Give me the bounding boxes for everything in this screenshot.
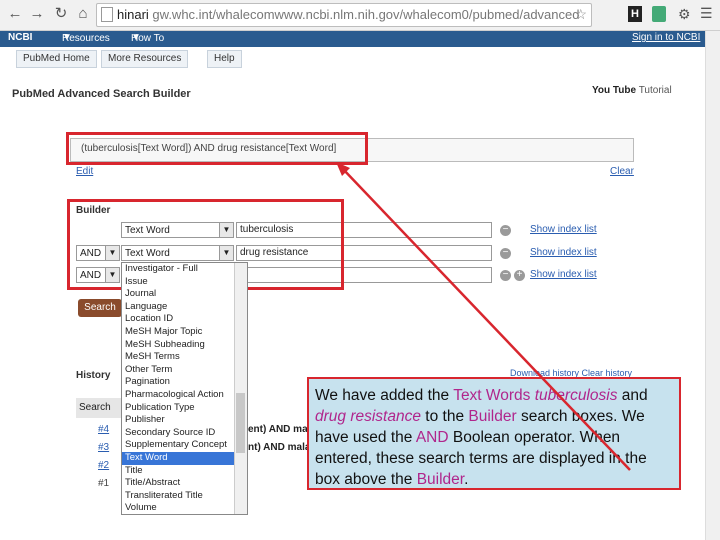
dropdown-option[interactable]: Location ID [122, 313, 247, 326]
clear-link[interactable]: Clear [610, 166, 634, 177]
field-dropdown-list[interactable]: Investigator - Full Issue Journal Language L… [121, 262, 248, 515]
history-label: History [76, 370, 111, 381]
query-highlight-box [66, 132, 368, 165]
remove-row-icon[interactable]: − [500, 225, 511, 236]
annotation-callout: We have added the Text Words tuberculosi… [307, 377, 681, 490]
remove-row-icon[interactable]: − [500, 248, 511, 259]
search-button[interactable]: Search [78, 299, 122, 317]
dropdown-option[interactable]: Journal [122, 288, 247, 301]
dropdown-option[interactable]: Supplementary Concept [122, 439, 247, 452]
url-prefix: hinari [117, 7, 149, 22]
back-icon[interactable]: ← [6, 5, 24, 23]
resources-menu[interactable]: Resources ▼ [62, 32, 110, 44]
subnav-more-resources[interactable]: More Resources [101, 50, 189, 68]
menu-icon[interactable]: ☰ [700, 5, 714, 21]
ncbi-header: NCBI Resources ▼ How To ▼ Sign in to NCB… [0, 31, 705, 47]
dropdown-option[interactable]: Other Term [122, 364, 247, 377]
remove-row-icon[interactable]: − [500, 270, 511, 281]
subnav-help[interactable]: Help [207, 50, 242, 68]
page-icon [101, 7, 113, 22]
history-row-1[interactable]: #1 [98, 478, 109, 489]
browser-toolbar: ← → ↻ ⌂ hinari gw.whc.int/whalecomwww.nc… [0, 0, 720, 31]
home-icon[interactable]: ⌂ [74, 5, 92, 23]
dropdown-scroll-thumb[interactable] [236, 393, 245, 453]
dropdown-option[interactable]: Pharmacological Action [122, 389, 247, 402]
dropdown-option[interactable]: Investigator - Full [122, 263, 247, 276]
history-row-4[interactable]: #4 [98, 424, 109, 435]
bookmark-h-icon[interactable]: H [628, 6, 642, 22]
page-scrollbar[interactable] [705, 31, 720, 540]
youtube-tutorial[interactable]: You Tube Tutorial [592, 85, 672, 96]
dropdown-option[interactable]: Language [122, 301, 247, 314]
ncbi-logo[interactable]: NCBI [8, 32, 32, 43]
dropdown-option[interactable]: Publication Type [122, 402, 247, 415]
youtube-logo: You Tube [592, 85, 637, 96]
star-icon[interactable]: ☆ [574, 6, 587, 23]
show-index-link-1[interactable]: Show index list [530, 224, 597, 235]
dropdown-option[interactable]: Secondary Source ID [122, 427, 247, 440]
dropdown-scrollbar[interactable] [234, 263, 247, 514]
dropdown-option[interactable]: Pagination [122, 376, 247, 389]
reload-icon[interactable]: ↻ [52, 5, 70, 23]
extension-icon[interactable] [652, 6, 666, 22]
history-query-4: ent) AND mala [248, 424, 316, 435]
dropdown-option[interactable]: Title/Abstract [122, 477, 247, 490]
signin-link[interactable]: Sign in to NCBI [632, 32, 700, 43]
show-index-link-2[interactable]: Show index list [530, 247, 597, 258]
history-row-2[interactable]: #2 [98, 460, 109, 471]
dropdown-option[interactable]: Title [122, 465, 247, 478]
history-query-3: nt) AND malar [248, 442, 315, 453]
dropdown-option[interactable]: Issue [122, 276, 247, 289]
dropdown-option[interactable]: MeSH Terms [122, 351, 247, 364]
edit-link[interactable]: Edit [76, 166, 93, 177]
howto-menu[interactable]: How To ▼ [131, 32, 164, 44]
dropdown-option[interactable]: Publisher [122, 414, 247, 427]
dropdown-option[interactable]: MeSH Major Topic [122, 326, 247, 339]
url-text: gw.whc.int/whalecomwww.ncbi.nlm.nih.gov/… [152, 7, 580, 22]
dropdown-option[interactable]: Text Word [122, 451, 247, 465]
history-col-search: Search [76, 398, 122, 418]
page-title: PubMed Advanced Search Builder [12, 88, 191, 100]
add-row-icon[interactable]: + [514, 270, 525, 281]
extension-icon-2[interactable]: ⚙ [678, 6, 692, 22]
history-row-3[interactable]: #3 [98, 442, 109, 453]
dropdown-option[interactable]: Transliterated Title [122, 490, 247, 503]
forward-icon[interactable]: → [28, 5, 46, 23]
address-bar[interactable]: hinari gw.whc.int/whalecomwww.ncbi.nlm.n… [96, 3, 592, 27]
subnav-pubmed-home[interactable]: PubMed Home [16, 50, 97, 68]
dropdown-option[interactable]: Volume [122, 502, 247, 514]
dropdown-option[interactable]: MeSH Subheading [122, 339, 247, 352]
show-index-link-3[interactable]: Show index list [530, 269, 597, 280]
